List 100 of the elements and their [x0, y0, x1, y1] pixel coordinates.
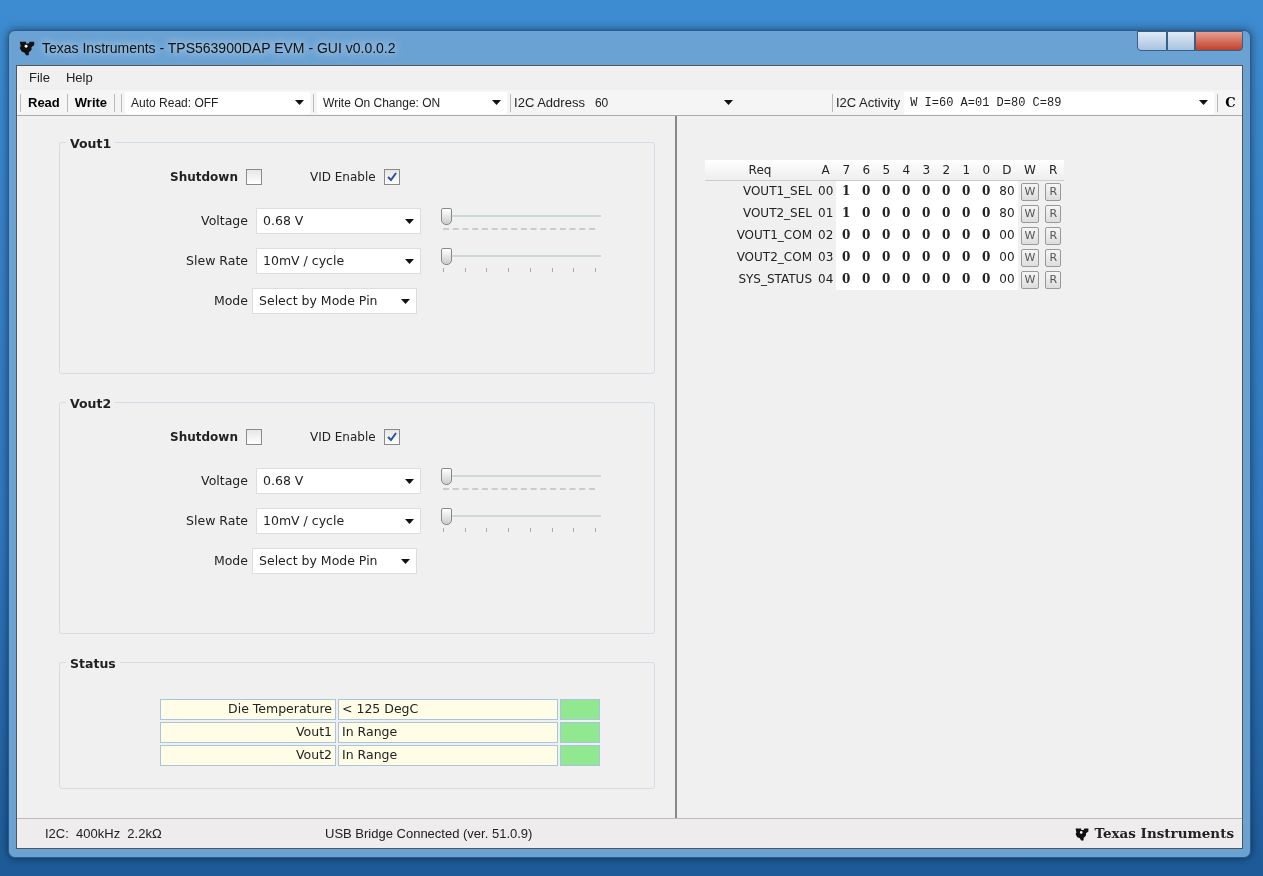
write-register-button[interactable]: W [1020, 270, 1040, 289]
read-register-button[interactable]: R [1045, 204, 1062, 223]
bit-cell[interactable]: 0 [856, 268, 877, 290]
dropdown-arrow-icon [401, 558, 410, 564]
select-dropdown[interactable]: 0.68 V [256, 468, 421, 494]
checkbox[interactable] [245, 429, 262, 445]
slider[interactable] [441, 508, 601, 534]
bit-cell[interactable]: 0 [936, 202, 957, 224]
bit-cell[interactable]: 0 [896, 246, 917, 268]
bit-cell[interactable]: 0 [956, 246, 977, 268]
logo-icon [18, 39, 36, 57]
checkbox[interactable] [383, 429, 400, 445]
bit-cell[interactable]: 0 [856, 180, 877, 202]
select-dropdown[interactable]: Select by Mode Pin [252, 288, 417, 314]
bit-cell[interactable]: 0 [936, 180, 957, 202]
field-label: Mode [212, 551, 249, 570]
close-button[interactable] [1195, 31, 1243, 51]
read-button[interactable]: Read [24, 92, 64, 113]
status-label: Die Temperature [160, 699, 336, 720]
bit-cell[interactable]: 0 [916, 224, 937, 246]
bit-cell[interactable]: 0 [916, 180, 937, 202]
bit-cell[interactable]: 0 [936, 224, 957, 246]
minimize-button[interactable] [1137, 31, 1167, 51]
data-cell: 00 [996, 246, 1018, 268]
status-text: I2C: 400kHz 2.2kΩ [45, 824, 163, 843]
bit-cell[interactable]: 1 [836, 180, 857, 202]
data-cell: 80 [996, 202, 1018, 224]
bit-cell[interactable]: 0 [856, 246, 877, 268]
menu-item[interactable]: Help [59, 68, 99, 88]
register-name: VOUT2_SEL [741, 205, 813, 222]
slider[interactable] [441, 248, 601, 274]
bit-cell[interactable]: 0 [976, 246, 997, 268]
dropdown-arrow-icon [492, 100, 502, 105]
field-label: Slew Rate [185, 251, 249, 270]
select-dropdown[interactable]: 10mV / cycle [256, 508, 421, 534]
column-header: W [1017, 160, 1043, 180]
bit-cell[interactable]: 0 [956, 268, 977, 290]
write-button[interactable]: Write [70, 92, 112, 113]
bit-cell[interactable]: 0 [956, 202, 977, 224]
bit-cell[interactable]: 0 [976, 180, 997, 202]
bit-cell[interactable]: 0 [936, 268, 957, 290]
register-address: 00 [815, 180, 837, 202]
activity-dropdown[interactable]: W I=60 A=01 D=80 C=89 [904, 91, 1215, 114]
field-label: Mode [212, 291, 249, 310]
field-label: Voltage [200, 471, 249, 490]
select-dropdown[interactable]: Select by Mode Pin [252, 548, 417, 574]
select-dropdown[interactable]: 10mV / cycle [256, 248, 421, 274]
column-header: R [1042, 160, 1065, 180]
write-register-button[interactable]: W [1020, 182, 1040, 201]
bit-cell[interactable]: 0 [896, 224, 917, 246]
bit-cell[interactable]: 0 [956, 180, 977, 202]
column-header: 0 [976, 160, 997, 180]
bit-cell[interactable]: 1 [836, 202, 857, 224]
bit-cell[interactable]: 0 [836, 224, 857, 246]
bit-cell[interactable]: 0 [876, 180, 897, 202]
bit-cell[interactable]: 0 [976, 268, 997, 290]
bit-cell[interactable]: 0 [896, 202, 917, 224]
bit-cell[interactable]: 0 [856, 224, 877, 246]
bit-cell[interactable]: 0 [876, 202, 897, 224]
bit-cell[interactable]: 0 [936, 246, 957, 268]
register-address: 03 [815, 246, 837, 268]
write-on-change-dropdown[interactable]: Write On Change: ON [317, 91, 508, 114]
read-register-button[interactable]: R [1045, 182, 1062, 201]
bit-cell[interactable]: 0 [976, 202, 997, 224]
read-register-button[interactable]: R [1045, 270, 1062, 289]
bit-cell[interactable]: 0 [916, 202, 937, 224]
write-register-button[interactable]: W [1020, 204, 1040, 223]
bit-cell[interactable]: 0 [876, 268, 897, 290]
address-label: I2C Address [514, 93, 585, 112]
logo-icon [1074, 825, 1091, 842]
bit-cell[interactable]: 0 [836, 268, 857, 290]
bit-cell[interactable]: 0 [876, 246, 897, 268]
clear-button[interactable]: C [1221, 92, 1240, 113]
register-name: VOUT2_COM [735, 249, 813, 266]
select-dropdown[interactable]: 0.68 V [256, 208, 421, 234]
read-register-button[interactable]: R [1045, 226, 1062, 245]
checkbox-label: VID Enable [309, 429, 376, 446]
column-header: Req [705, 160, 815, 180]
checkbox[interactable] [245, 169, 262, 185]
maximize-button[interactable] [1167, 31, 1195, 51]
bit-cell[interactable]: 0 [836, 246, 857, 268]
bit-cell[interactable]: 0 [916, 268, 937, 290]
bit-cell[interactable]: 0 [856, 202, 877, 224]
register-name: VOUT1_COM [735, 227, 813, 244]
bit-cell[interactable]: 0 [876, 224, 897, 246]
write-register-button[interactable]: W [1020, 248, 1040, 267]
read-register-button[interactable]: R [1045, 248, 1062, 267]
menu-item[interactable]: File [23, 68, 56, 88]
write-register-button[interactable]: W [1020, 226, 1040, 245]
address-dropdown[interactable]: 60 [588, 91, 739, 114]
dropdown-arrow-icon [405, 518, 414, 524]
bit-cell[interactable]: 0 [956, 224, 977, 246]
bit-cell[interactable]: 0 [896, 268, 917, 290]
bit-cell[interactable]: 0 [916, 246, 937, 268]
auto-read-dropdown[interactable]: Auto Read: OFF [125, 91, 311, 114]
bit-cell[interactable]: 0 [896, 180, 917, 202]
checkbox[interactable] [383, 169, 400, 185]
register-address: 01 [815, 202, 837, 224]
status-value: < 125 DegC [338, 699, 558, 720]
bit-cell[interactable]: 0 [976, 224, 997, 246]
